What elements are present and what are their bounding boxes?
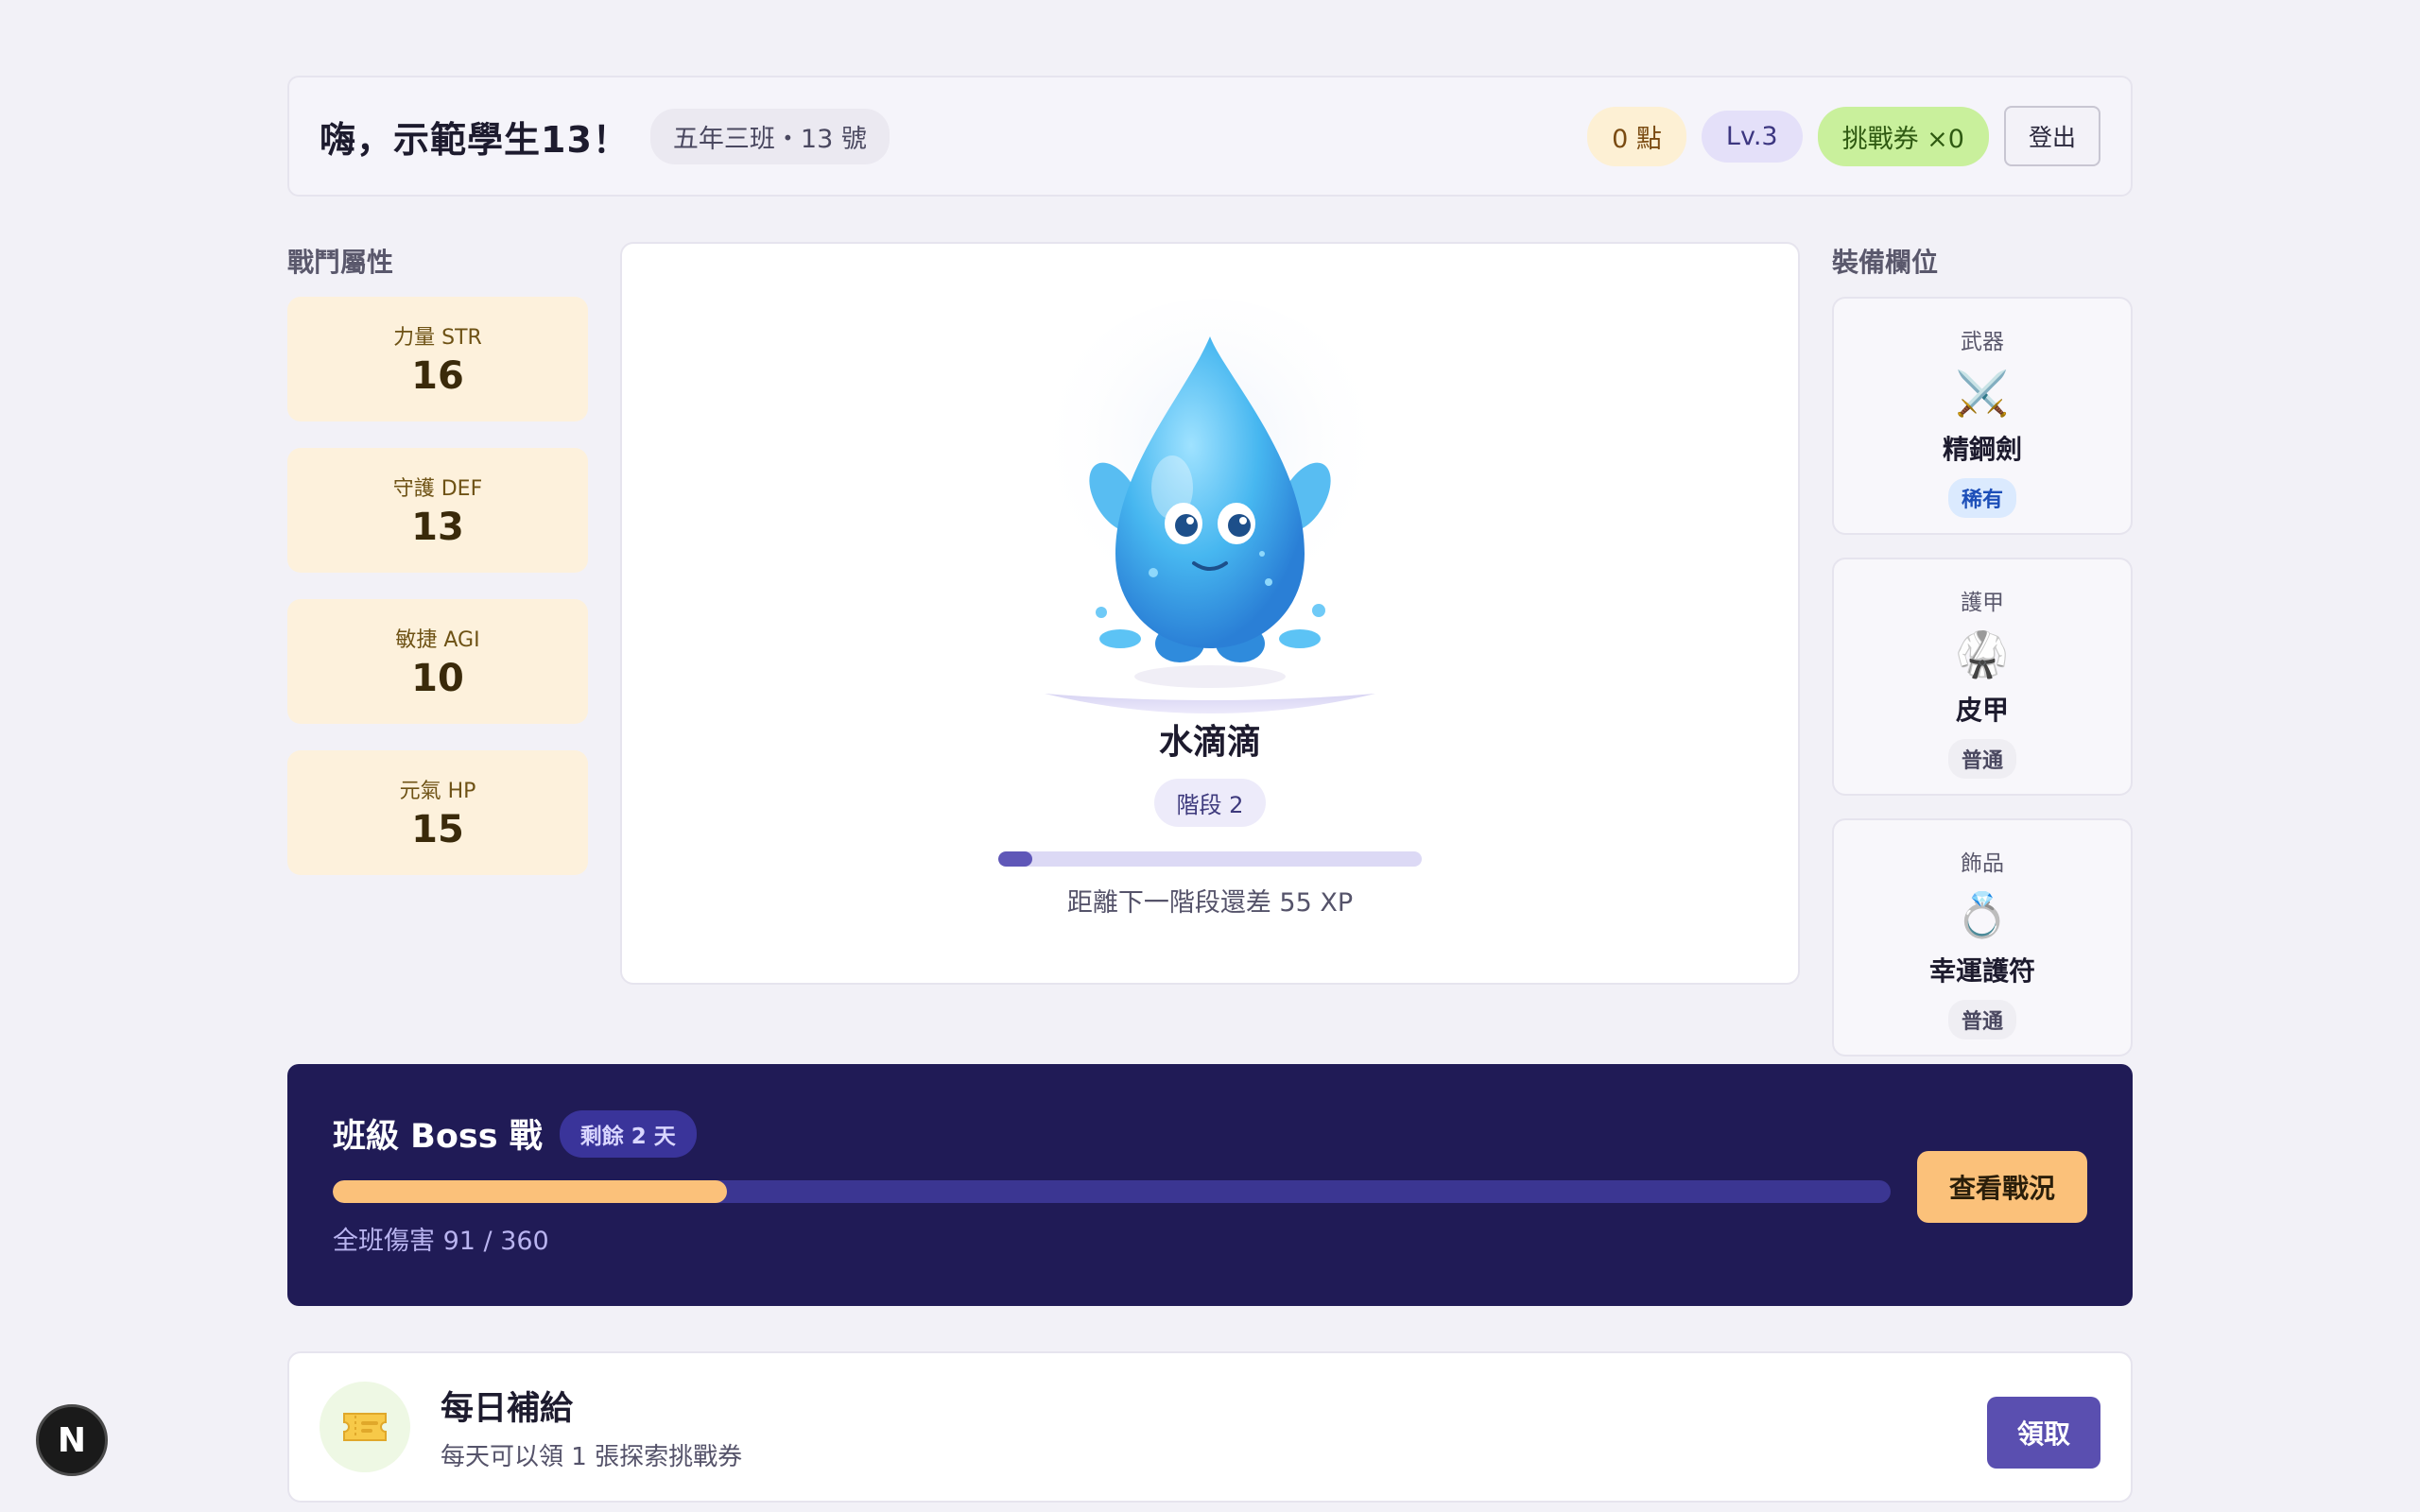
boss-title-row: 班級 Boss 戰 剩餘 2 天	[333, 1109, 2087, 1158]
equip-name: 幸運護符	[1928, 955, 2035, 987]
xp-progress-fill	[998, 851, 1032, 867]
class-info-chip: 五年三班・13 號	[649, 108, 890, 164]
slot-label: 飾品	[1961, 851, 2004, 876]
logout-button[interactable]: 登出	[2003, 106, 2100, 166]
dev-tools-badge[interactable]: N	[36, 1404, 108, 1476]
pet-mascot-image	[1021, 270, 1399, 714]
top-header: 嗨，示範學生13！ 五年三班・13 號 0 點 Lv.3 挑戰券 ×0 登出	[287, 76, 2133, 197]
boss-days-left-badge: 剩餘 2 天	[559, 1109, 697, 1158]
class-boss-panel: 班級 Boss 戰 剩餘 2 天 全班傷害 91 / 360 查看戰況	[287, 1064, 2133, 1306]
equipment-title: 裝備欄位	[1832, 247, 1939, 278]
pet-name: 水滴滴	[1158, 723, 1261, 762]
stat-value: 16	[411, 354, 464, 398]
rarity-badge: 普通	[1947, 1000, 2016, 1040]
slot-label: 武器	[1961, 330, 2004, 354]
stat-card-def: 守護 DEF 13	[287, 448, 588, 573]
boss-damage-fill	[333, 1180, 727, 1203]
water-drop-mascot-icon	[1030, 299, 1390, 713]
martial-arts-uniform-icon: 🥋	[1955, 628, 2010, 679]
daily-title: 每日補給	[441, 1390, 574, 1428]
rarity-badge: 普通	[1947, 739, 2016, 779]
daily-icon-wrap	[320, 1382, 410, 1472]
ticket-icon	[343, 1413, 387, 1441]
view-battle-button[interactable]: 查看戰況	[1916, 1151, 2087, 1223]
greeting-title: 嗨，示範學生13！	[320, 118, 630, 161]
claim-button[interactable]: 領取	[1986, 1397, 2100, 1469]
stats-title: 戰鬥屬性	[287, 247, 394, 278]
stat-card-hp: 元氣 HP 15	[287, 750, 588, 875]
slot-label: 護甲	[1961, 591, 2004, 615]
xp-remaining-text: 距離下一階段還差 55 XP	[1066, 888, 1354, 918]
boss-damage-bar	[333, 1180, 1891, 1203]
level-badge: Lv.3	[1701, 110, 1803, 163]
stat-card-agi: 敏捷 AGI 10	[287, 599, 588, 724]
ticket-badge: 挑戰券 ×0	[1817, 106, 1989, 166]
xp-progress-bar	[998, 851, 1422, 867]
middle-section: 戰鬥屬性 力量 STR 16 守護 DEF 13 敏捷 AGI 10 元氣 HP…	[287, 242, 2133, 1064]
crossed-swords-icon: ⚔️	[1955, 368, 2010, 419]
pet-stage-chip: 階段 2	[1153, 779, 1267, 827]
stat-value: 10	[411, 657, 464, 700]
dashboard: 嗨，示範學生13！ 五年三班・13 號 0 點 Lv.3 挑戰券 ×0 登出 戰…	[287, 76, 2133, 1503]
rarity-badge: 稀有	[1947, 478, 2016, 518]
daily-text: 每日補給 每天可以領 1 張探索挑戰券	[441, 1382, 742, 1472]
stat-card-str: 力量 STR 16	[287, 297, 588, 421]
battle-stats-panel: 戰鬥屬性 力量 STR 16 守護 DEF 13 敏捷 AGI 10 元氣 HP…	[287, 242, 588, 902]
boss-damage-text: 全班傷害 91 / 360	[333, 1227, 549, 1256]
equip-name: 精鋼劍	[1942, 434, 2022, 465]
daily-supply-card: 每日補給 每天可以領 1 張探索挑戰券 領取	[287, 1351, 2133, 1503]
points-badge: 0 點	[1587, 106, 1686, 166]
equip-name: 皮甲	[1955, 695, 2009, 726]
stat-value: 15	[411, 808, 464, 851]
stat-value: 13	[411, 506, 464, 549]
stat-label: 敏捷 AGI	[395, 628, 480, 652]
stat-label: 力量 STR	[393, 326, 482, 350]
boss-title: 班級 Boss 戰	[333, 1118, 543, 1156]
pet-card: 水滴滴 階段 2 距離下一階段還差 55 XP	[620, 242, 1800, 985]
equip-slot-armor[interactable]: 護甲 🥋 皮甲 普通	[1832, 558, 2133, 796]
equipment-panel: 裝備欄位 武器 ⚔️ 精鋼劍 稀有 護甲 🥋 皮甲 普通 飾品 💍 幸運護符 普…	[1832, 242, 2133, 1079]
equip-slot-accessory[interactable]: 飾品 💍 幸運護符 普通	[1832, 818, 2133, 1057]
stat-label: 守護 DEF	[392, 477, 483, 501]
equip-slot-weapon[interactable]: 武器 ⚔️ 精鋼劍 稀有	[1832, 297, 2133, 535]
daily-subtitle: 每天可以領 1 張探索挑戰券	[441, 1443, 743, 1471]
stat-label: 元氣 HP	[399, 780, 476, 803]
ring-icon: 💍	[1955, 889, 2010, 940]
